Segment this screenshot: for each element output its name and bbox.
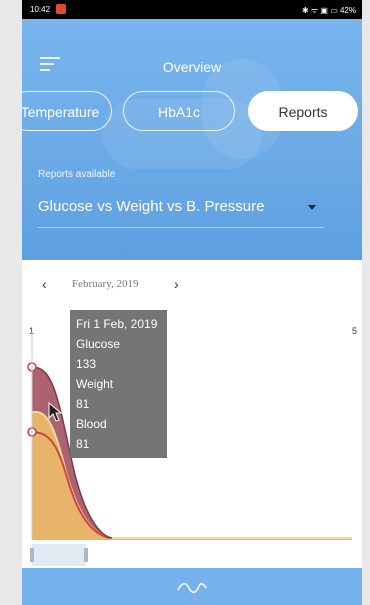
chevron-left-icon[interactable]: ‹ xyxy=(42,276,47,292)
phone-screen: 10:42 ✱ ᯤ ▣ ▭ 42% Overview Temperature H… xyxy=(22,0,362,605)
range-handle-right[interactable] xyxy=(84,548,88,562)
tooltip-date: Fri 1 Feb, 2019 xyxy=(76,317,158,331)
activity-wave-icon[interactable] xyxy=(177,580,207,594)
tooltip-weight-value: 81 xyxy=(76,397,90,411)
select-underline xyxy=(38,227,324,228)
tooltip-glucose-value: 133 xyxy=(76,357,97,371)
reports-available-label: Reports available xyxy=(38,169,116,180)
tooltip-blood-value: 81 xyxy=(76,437,90,451)
month-label: February, 2019 xyxy=(72,278,139,290)
header: Overview Temperature HbA1c Reports Repor… xyxy=(22,19,362,260)
tooltip-glucose-label: Glucose xyxy=(76,337,121,351)
bottom-bar xyxy=(22,568,362,605)
tooltip-blood-label: Blood xyxy=(76,417,107,431)
status-icons: ✱ ᯤ ▣ ▭ 42% xyxy=(301,6,356,15)
range-handle-left[interactable] xyxy=(30,548,34,562)
mouse-cursor-icon xyxy=(48,402,62,422)
month-navigator: ‹ February, 2019 › xyxy=(22,260,362,312)
tab-reports[interactable]: Reports xyxy=(248,91,358,131)
chart-tooltip: Fri 1 Feb, 2019 Glucose 133 Weight 81 Bl… xyxy=(70,310,167,458)
tab-hba1c[interactable]: HbA1c xyxy=(123,91,235,131)
tab-temperature[interactable]: Temperature xyxy=(22,91,112,131)
dropdown-arrow-icon[interactable] xyxy=(308,205,316,210)
status-time: 10:42 xyxy=(30,5,51,14)
page-title: Overview xyxy=(162,59,222,75)
tooltip-weight-label: Weight xyxy=(76,377,114,391)
report-select-value[interactable]: Glucose vs Weight vs B. Pressure xyxy=(38,198,264,215)
chevron-right-icon[interactable]: › xyxy=(174,276,179,292)
status-bar: 10:42 ✱ ᯤ ▣ ▭ 42% xyxy=(22,0,362,19)
range-selector[interactable] xyxy=(32,544,86,566)
notification-icon xyxy=(56,4,66,14)
